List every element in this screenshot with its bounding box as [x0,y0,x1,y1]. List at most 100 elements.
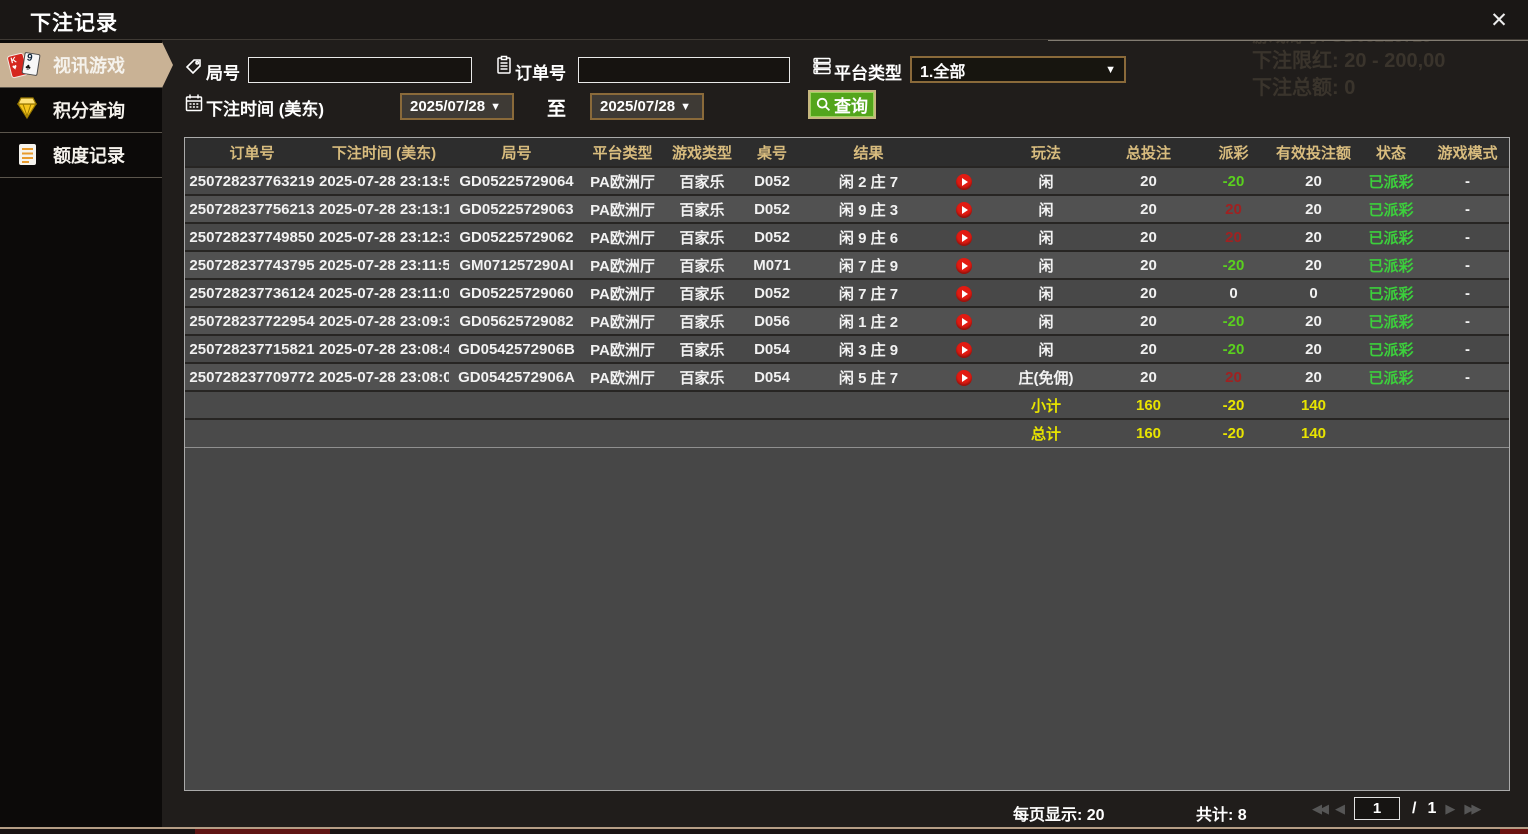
cell-mode: - [1465,312,1470,330]
grand-total-label: 总计 [1030,425,1061,443]
prev-page-icon[interactable]: ◀ [1335,801,1345,817]
date-to-label: 至 [547,99,567,120]
cell-result: 闲 3 庄 9 [838,341,899,359]
cell-round: GD05225729063 [459,200,574,218]
records-table: 订单号 下注时间 (美东) 局号 平台类型 游戏类型 桌号 结果 玩法 总投注 … [184,137,1510,791]
play-icon [961,345,968,354]
cell-result: 闲 7 庄 9 [838,257,899,275]
cell-result: 闲 9 庄 3 [838,201,899,219]
sidebar-item-quota-records[interactable]: 额度记录 [0,133,162,178]
cell-order: 250728237722954 [189,312,315,330]
sidebar: K ♥ 9 ♣ 视讯游戏 积分查询 额度记录 [0,40,173,834]
bet-time-label: 下注时间 (美东) [206,100,325,119]
cell-game: 百家乐 [679,173,725,191]
pagination-bar: 每页显示: 20 共计: 8 ◀◀ ◀ 1 / 1 ▶ ▶▶ [162,793,1528,829]
date-to-dropdown[interactable]: 2025/07/28 ▼ [590,93,704,120]
header-status: 状态 [1356,138,1426,168]
replay-button[interactable] [955,313,972,330]
cell-total-bet: 20 [1140,256,1157,274]
round-number-input[interactable] [248,57,472,83]
cell-round: GD05225729060 [459,284,574,302]
table-header-row: 订单号 下注时间 (美东) 局号 平台类型 游戏类型 桌号 结果 玩法 总投注 … [185,138,1509,168]
cell-order: 250728237763219 [189,172,315,190]
cell-platform: PA欧洲厅 [590,173,655,191]
cell-result: 闲 2 庄 7 [838,173,899,191]
status-badge: 已派彩 [1368,257,1414,275]
playing-cards-icon: K ♥ 9 ♣ [7,47,47,83]
calendar-icon [184,93,204,113]
cell-time: 2025-07-28 23:11:55 [319,256,449,274]
chevron-down-icon: ▼ [680,100,691,113]
cell-table: D056 [754,312,790,330]
date-to-value: 2025/07/28 [600,98,676,115]
cell-result: 闲 9 庄 6 [838,229,899,247]
cell-payout: -20 [1222,256,1245,274]
status-badge: 已派彩 [1368,285,1414,303]
cell-total-bet: 20 [1140,228,1157,246]
close-icon[interactable]: ✕ [1486,8,1512,34]
status-badge: 已派彩 [1368,369,1414,387]
platform-type-dropdown[interactable]: 1.全部 ▼ [910,56,1126,83]
cell-total-bet: 20 [1140,172,1157,190]
cell-valid-bet: 20 [1305,228,1322,246]
cell-play: 闲 [1038,173,1054,191]
cell-result: 闲 5 庄 7 [838,369,899,387]
document-icon [7,137,47,173]
replay-button[interactable] [955,173,972,190]
cell-time: 2025-07-28 23:08:07 [319,368,449,386]
page-number-input[interactable]: 1 [1354,797,1400,820]
first-page-icon[interactable]: ◀◀ [1312,801,1329,817]
play-icon [961,289,968,298]
order-number-input[interactable] [578,57,790,83]
cell-order: 250728237743795 [189,256,315,274]
sidebar-item-points-query[interactable]: 积分查询 [0,88,162,133]
cell-total-bet: 20 [1140,200,1157,218]
grand-total-payout: -20 [1222,424,1245,442]
date-from-dropdown[interactable]: 2025/07/28 ▼ [400,93,514,120]
cell-play: 闲 [1038,229,1054,247]
subtotal-row: 小计 160 -20 140 [185,391,1509,419]
replay-button[interactable] [955,201,972,218]
dialog-title: 下注记录 [30,12,118,35]
sidebar-item-label: 视讯游戏 [53,56,125,76]
cell-play: 闲 [1038,285,1054,303]
cell-valid-bet: 20 [1305,312,1322,330]
cell-payout: 20 [1225,200,1242,218]
last-page-icon[interactable]: ▶▶ [1464,801,1481,817]
cell-payout: -20 [1222,340,1245,358]
cell-order: 250728237715821 [189,340,315,358]
status-badge: 已派彩 [1368,313,1414,331]
query-button[interactable]: 查询 [808,90,876,119]
cell-result: 闲 1 庄 2 [838,313,899,331]
header-platform: 平台类型 [584,138,661,168]
cell-platform: PA欧洲厅 [590,369,655,387]
replay-button[interactable] [955,369,972,386]
clipboard-icon [494,55,514,75]
play-icon [961,261,968,270]
replay-button[interactable] [955,341,972,358]
cell-total-bet: 20 [1140,368,1157,386]
per-page-label: 每页显示: 20 [1013,807,1105,824]
next-page-icon[interactable]: ▶ [1445,801,1455,817]
replay-button[interactable] [955,257,972,274]
grand-total-total-bet: 160 [1135,424,1162,442]
status-badge: 已派彩 [1368,173,1414,191]
cell-valid-bet: 20 [1305,200,1322,218]
total-count-label: 共计: 8 [1196,807,1247,824]
background-red-segment [1500,829,1528,834]
subtotal-label: 小计 [1030,397,1061,415]
cell-table: D054 [754,340,790,358]
header-payout: 派彩 [1196,138,1271,168]
diamond-icon [7,92,47,128]
background-window-strip [0,829,1528,834]
cell-game: 百家乐 [679,313,725,331]
titlebar-divider [1048,40,1528,41]
background-red-segment [195,829,330,834]
header-mode: 游戏模式 [1426,138,1509,168]
table-row: 250728237756213 2025-07-28 23:13:12 GD05… [185,195,1509,223]
cell-valid-bet: 20 [1305,172,1322,190]
cell-total-bet: 20 [1140,284,1157,302]
sidebar-item-video-games[interactable]: K ♥ 9 ♣ 视讯游戏 [0,42,173,88]
replay-button[interactable] [955,229,972,246]
replay-button[interactable] [955,285,972,302]
